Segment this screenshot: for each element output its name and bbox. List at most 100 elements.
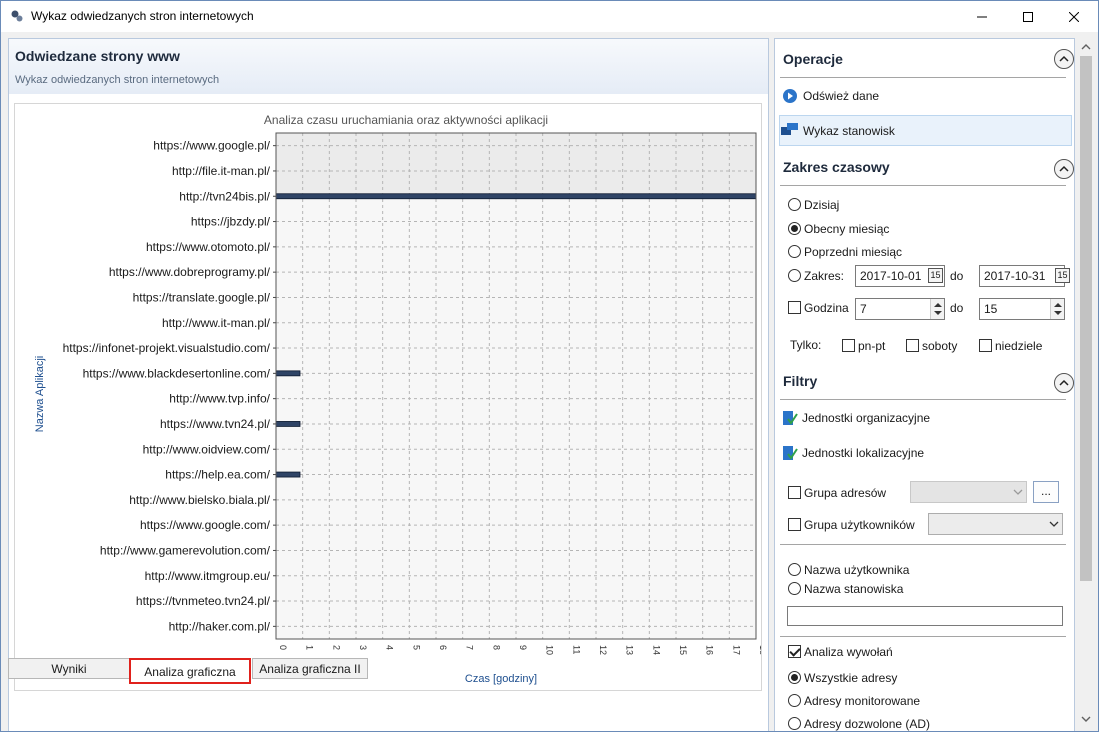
workstations-link[interactable]: Wykaz stanowisk bbox=[803, 124, 895, 138]
y-category-label: https://www.google.com/ bbox=[140, 518, 271, 532]
grupa-uzytkownikow-select[interactable] bbox=[928, 513, 1063, 535]
panel-header: Odwiedzane strony www Wykaz odwiedzanych… bbox=[9, 39, 768, 94]
divider bbox=[780, 77, 1066, 78]
chart-title: Analiza czasu uruchamiania oraz aktywnoś… bbox=[264, 113, 548, 127]
tab-analiza-graficzna-ii[interactable]: Analiza graficzna II bbox=[252, 658, 368, 679]
checkbox-grupa-adresow[interactable] bbox=[788, 486, 801, 499]
chart-container: 0 1 2 3 4 5 6 7 8 9 10 11 12 13 14 15 16 17 18 https://www.… bbox=[14, 103, 762, 691]
right-panel: Operacje Odśwież dane Wykaz stanowisk Za… bbox=[774, 38, 1075, 731]
checkbox-niedziele[interactable] bbox=[979, 339, 992, 352]
label-do: do bbox=[950, 269, 964, 283]
checkbox-pn-pt[interactable] bbox=[842, 339, 855, 352]
label-tylko: Tylko: bbox=[790, 338, 822, 352]
divider bbox=[780, 399, 1066, 400]
checkbox-godzina[interactable] bbox=[788, 301, 801, 314]
x-tick-label: 3 bbox=[358, 645, 368, 650]
hour-to-spinner[interactable] bbox=[1050, 299, 1064, 319]
label-pn-pt: pn-pt bbox=[858, 339, 886, 353]
hour-from-field[interactable]: 7 bbox=[855, 298, 945, 320]
grupa-adresow-select[interactable] bbox=[910, 481, 1027, 503]
x-tick-label: 7 bbox=[465, 645, 475, 650]
checkbox-analiza-wywolan[interactable] bbox=[788, 645, 801, 658]
radio-nazwa-stanowiska[interactable] bbox=[788, 582, 801, 595]
minimize-icon bbox=[977, 16, 987, 17]
checkbox-soboty[interactable] bbox=[906, 339, 919, 352]
x-tick-label: 1 bbox=[305, 645, 315, 650]
date-to-field[interactable]: 2017-10-31 bbox=[979, 265, 1065, 287]
label-wszystkie-adresy: Wszystkie adresy bbox=[804, 671, 898, 685]
collapse-filtry-button[interactable] bbox=[1054, 373, 1074, 393]
y-category-label: https://tvnmeteo.tvn24.pl/ bbox=[136, 594, 271, 608]
hour-to-field[interactable]: 15 bbox=[979, 298, 1065, 320]
workstations-icon bbox=[781, 123, 798, 135]
calendar-to-button[interactable]: 15 bbox=[1055, 268, 1070, 283]
y-category-label: http://www.it-man.pl/ bbox=[162, 316, 271, 330]
scrollbar-thumb[interactable] bbox=[1080, 56, 1092, 581]
date-to-value: 2017-10-31 bbox=[984, 269, 1046, 283]
scroll-up-icon[interactable] bbox=[1080, 41, 1092, 53]
y-category-label: http://www.itmgroup.eu/ bbox=[145, 569, 271, 583]
x-tick-label: 0 bbox=[278, 645, 288, 650]
label-grupa-adresow: Grupa adresów bbox=[804, 486, 887, 500]
name-search-input[interactable] bbox=[787, 606, 1063, 626]
org-units-link[interactable]: Jednostki organizacyjne bbox=[802, 411, 930, 425]
location-units-link[interactable]: Jednostki lokalizacyjne bbox=[802, 446, 924, 460]
main-window: Wykaz odwiedzanych stron internetowych O… bbox=[0, 0, 1099, 732]
minimize-button[interactable] bbox=[959, 1, 1005, 32]
radio-adresy-dozwolone[interactable] bbox=[788, 717, 801, 730]
x-tick-label: 12 bbox=[598, 645, 608, 655]
x-tick-label: 16 bbox=[705, 645, 715, 655]
window-title: Wykaz odwiedzanych stron internetowych bbox=[31, 9, 254, 23]
y-category-label: http://www.tvp.info/ bbox=[169, 392, 270, 406]
radio-adresy-monitorowane[interactable] bbox=[788, 694, 801, 707]
collapse-operacje-button[interactable] bbox=[1054, 49, 1074, 69]
radio-nazwa-uzytkownika[interactable] bbox=[788, 563, 801, 576]
label-adresy-dozwolone: Adresy dozwolone (AD) bbox=[804, 717, 931, 731]
chevron-up-icon bbox=[1059, 165, 1069, 172]
calendar-from-button[interactable]: 15 bbox=[928, 268, 943, 283]
x-tick-label: 9 bbox=[518, 645, 528, 650]
collapse-zakres-button[interactable] bbox=[1054, 159, 1074, 179]
label-nazwa-stanowiska: Nazwa stanowiska bbox=[804, 582, 904, 596]
app-icon bbox=[11, 10, 23, 22]
maximize-button[interactable] bbox=[1005, 1, 1051, 32]
spinner-arrows-icon bbox=[934, 303, 942, 315]
calendar-icon: 15 bbox=[1057, 270, 1068, 280]
y-category-label: http://haker.com.pl/ bbox=[169, 619, 271, 633]
radio-zakres[interactable] bbox=[788, 269, 801, 282]
y-category-label: http://www.oidview.com/ bbox=[143, 442, 271, 456]
x-tick-label: 15 bbox=[678, 645, 688, 655]
right-panel-scrollbar[interactable] bbox=[1076, 38, 1096, 731]
radio-wszystkie-adresy[interactable] bbox=[788, 671, 801, 684]
y-category-label: https://www.dobreprogramy.pl/ bbox=[109, 265, 271, 279]
tab-analiza-graficzna[interactable]: Analiza graficzna bbox=[129, 658, 251, 684]
radio-obecny-miesiac[interactable] bbox=[788, 222, 801, 235]
y-category-label: https://www.blackdesertonline.com/ bbox=[83, 366, 271, 380]
section-filtry-title: Filtry bbox=[783, 373, 818, 389]
radio-poprzedni-miesiac[interactable] bbox=[788, 245, 801, 258]
hour-from-spinner[interactable] bbox=[930, 299, 944, 319]
grupa-adresow-more-button[interactable]: ... bbox=[1033, 481, 1059, 503]
divider bbox=[780, 544, 1066, 545]
label-godzina: Godzina bbox=[804, 301, 849, 315]
checkbox-grupa-uzytkownikow[interactable] bbox=[788, 518, 801, 531]
label-poprzedni-miesiac: Poprzedni miesiąc bbox=[804, 245, 903, 259]
label-zakres: Zakres: bbox=[804, 269, 845, 283]
x-tick-label: 2 bbox=[331, 645, 341, 650]
y-category-label: https://translate.google.pl/ bbox=[133, 290, 271, 304]
hour-from-value: 7 bbox=[860, 302, 867, 316]
x-tick-label: 8 bbox=[491, 645, 501, 650]
chevron-down-icon bbox=[1049, 521, 1059, 527]
radio-dzisiaj[interactable] bbox=[788, 198, 801, 211]
location-units-icon bbox=[783, 446, 798, 460]
tab-wyniki[interactable]: Wyniki bbox=[8, 658, 130, 679]
scroll-down-icon[interactable] bbox=[1080, 713, 1092, 725]
y-category-label: http://tvn24bis.pl/ bbox=[179, 189, 270, 203]
label-obecny-miesiac: Obecny miesiąc bbox=[804, 222, 890, 236]
x-tick-label: 4 bbox=[385, 645, 395, 650]
chevron-down-icon bbox=[1013, 489, 1023, 495]
chevron-up-icon bbox=[1059, 379, 1069, 386]
y-category-label: https://infonet-projekt.visualstudio.com… bbox=[63, 341, 271, 355]
refresh-data-link[interactable]: Odśwież dane bbox=[803, 89, 879, 103]
close-button[interactable] bbox=[1051, 1, 1097, 32]
